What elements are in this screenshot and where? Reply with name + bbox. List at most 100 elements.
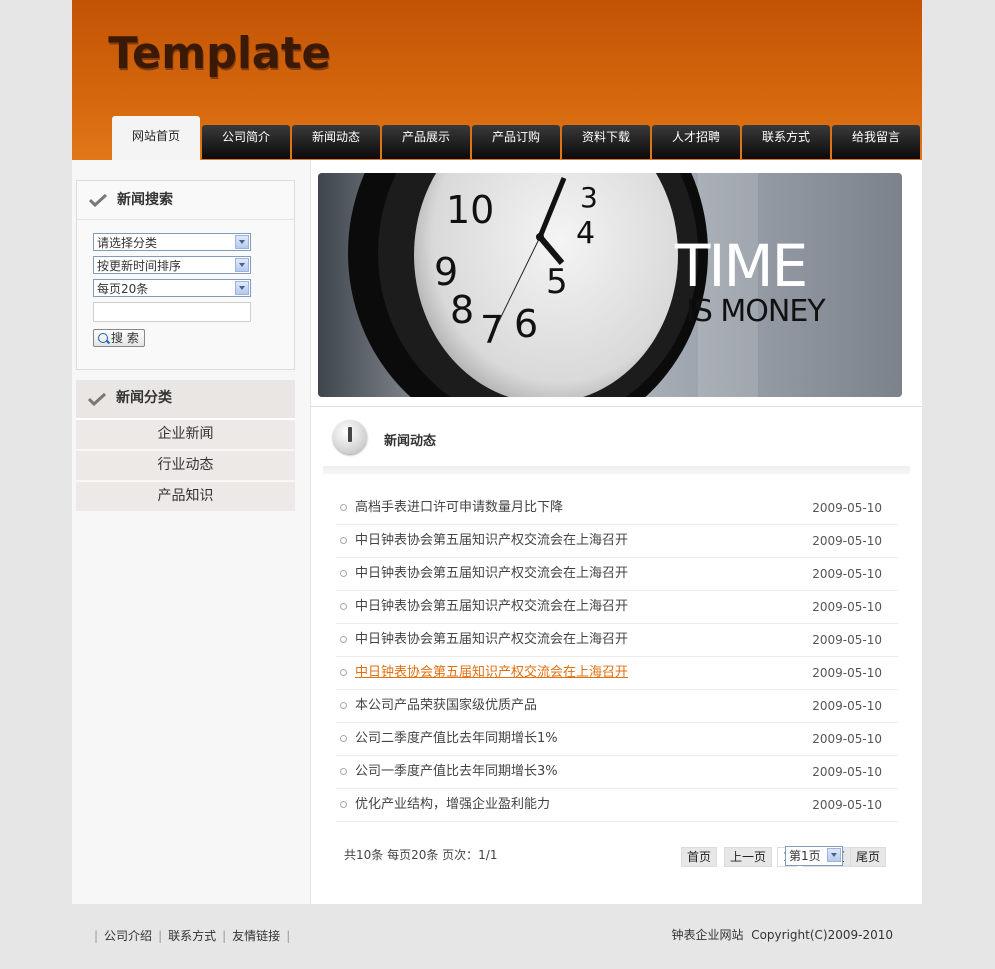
news-row: 中日钟表协会第五届知识产权交流会在上海召开 2009-05-10	[336, 657, 898, 690]
divider	[311, 406, 922, 407]
chevron-down-icon[interactable]	[235, 235, 249, 249]
footer-copyright: 钟表企业网站 Copyright(C)2009-2010	[672, 926, 893, 943]
chevron-down-icon[interactable]	[235, 258, 249, 272]
news-date: 2009-05-10	[812, 534, 882, 548]
svg-text:10: 10	[446, 188, 494, 232]
news-search-panel: 新闻搜索 请选择分类 按更新时间排序 每页20条 搜 索	[76, 180, 295, 370]
banner-headline: TIME	[675, 232, 808, 300]
bullet-icon	[340, 570, 347, 577]
nav-item-news[interactable]: 新闻动态	[292, 125, 380, 159]
nav-item-home[interactable]: 网站首页	[112, 116, 200, 160]
bullet-icon	[340, 537, 347, 544]
news-title-link[interactable]: 公司二季度产值比去年同期增长1%	[355, 723, 558, 755]
sidebar: 新闻搜索 请选择分类 按更新时间排序 每页20条 搜 索 新闻分类 企业新闻 行…	[72, 160, 311, 904]
nav-item-downloads[interactable]: 资料下载	[562, 125, 650, 159]
per-page-select[interactable]: 每页20条	[93, 279, 251, 297]
news-title-link[interactable]: 中日钟表协会第五届知识产权交流会在上海召开	[355, 591, 628, 623]
banner-subline: IS MONEY	[686, 294, 826, 329]
bullet-icon	[340, 669, 347, 676]
sort-select[interactable]: 按更新时间排序	[93, 256, 251, 274]
footer-copyright-text: Copyright(C)2009-2010	[751, 928, 893, 942]
news-title-link[interactable]: 中日钟表协会第五届知识产权交流会在上海召开	[355, 657, 628, 689]
divider	[323, 466, 910, 474]
news-row: 中日钟表协会第五届知识产权交流会在上海召开 2009-05-10	[336, 525, 898, 558]
prev-page-button[interactable]: 上一页	[724, 847, 773, 867]
page-select[interactable]: 第1页	[785, 846, 843, 866]
svg-text:6: 6	[514, 302, 538, 346]
first-page-button[interactable]: 首页	[681, 847, 718, 867]
news-title-link[interactable]: 中日钟表协会第五届知识产权交流会在上海召开	[355, 558, 628, 590]
news-title-link[interactable]: 优化产业结构，增强企业盈利能力	[355, 789, 550, 821]
search-button-label: 搜 索	[111, 331, 139, 345]
main-nav: 网站首页 公司简介 新闻动态 产品展示 产品订购 资料下载 人才招聘 联系方式 …	[112, 116, 922, 160]
news-title-link[interactable]: 中日钟表协会第五届知识产权交流会在上海召开	[355, 525, 628, 557]
search-button[interactable]: 搜 索	[93, 329, 145, 347]
nav-item-products[interactable]: 产品展示	[382, 125, 470, 159]
news-row: 中日钟表协会第五届知识产权交流会在上海召开 2009-05-10	[336, 591, 898, 624]
sort-select-value: 按更新时间排序	[97, 259, 182, 273]
nav-item-order[interactable]: 产品订购	[472, 125, 560, 159]
separator: |	[94, 929, 99, 943]
news-category-heading: 新闻分类	[76, 380, 295, 420]
last-page-button[interactable]: 尾页	[850, 847, 887, 867]
per-page-select-value: 每页20条	[97, 282, 149, 296]
page-select-value: 第1页	[789, 849, 821, 863]
category-select-value: 请选择分类	[97, 236, 158, 250]
news-row: 公司二季度产值比去年同期增长1% 2009-05-10	[336, 723, 898, 756]
separator: |	[286, 929, 291, 943]
header: Template 网站首页 公司简介 新闻动态 产品展示 产品订购 资料下载 人…	[72, 0, 922, 160]
checkmark-icon	[88, 392, 106, 406]
category-item-industry[interactable]: 行业动态	[76, 451, 295, 480]
svg-text:4: 4	[576, 216, 595, 251]
keyword-input[interactable]	[93, 302, 251, 322]
category-item-product-knowledge[interactable]: 产品知识	[76, 482, 295, 511]
news-date: 2009-05-10	[812, 699, 882, 713]
bullet-icon	[340, 735, 347, 742]
banner-image: 10 9 8 7 6 5 4 3 TIME IS MONEY	[318, 173, 902, 397]
news-row: 公司一季度产值比去年同期增长3% 2009-05-10	[336, 756, 898, 789]
separator: |	[222, 929, 227, 943]
news-row: 优化产业结构，增强企业盈利能力 2009-05-10	[336, 789, 898, 822]
footer-link-contact[interactable]: 联系方式	[168, 929, 216, 943]
news-search-heading: 新闻搜索	[77, 181, 294, 220]
bullet-icon	[340, 603, 347, 610]
main-content: 10 9 8 7 6 5 4 3 TIME IS MONEY 新闻动态 高档手表…	[311, 160, 922, 904]
news-row: 高档手表进口许可申请数量月比下降 2009-05-10	[336, 492, 898, 525]
chevron-down-icon[interactable]	[235, 281, 249, 295]
chevron-down-icon[interactable]	[827, 848, 841, 862]
pin-icon	[333, 420, 367, 454]
news-section-title: 新闻动态	[384, 434, 437, 449]
news-date: 2009-05-10	[812, 798, 882, 812]
news-title-link[interactable]: 高档手表进口许可申请数量月比下降	[355, 492, 563, 524]
footer-link-about[interactable]: 公司介绍	[104, 929, 152, 943]
news-category-title: 新闻分类	[116, 390, 172, 406]
footer-site-name: 钟表企业网站	[671, 928, 744, 942]
news-date: 2009-05-10	[812, 765, 882, 779]
bullet-icon	[340, 636, 347, 643]
news-title-link[interactable]: 公司一季度产值比去年同期增长3%	[355, 756, 558, 788]
category-select[interactable]: 请选择分类	[93, 233, 251, 251]
news-row: 本公司产品荣获国家级优质产品 2009-05-10	[336, 690, 898, 723]
news-row: 中日钟表协会第五届知识产权交流会在上海召开 2009-05-10	[336, 624, 898, 657]
site-logo[interactable]: Template	[108, 28, 330, 79]
page-container: Template 网站首页 公司简介 新闻动态 产品展示 产品订购 资料下载 人…	[72, 0, 922, 904]
bullet-icon	[340, 801, 347, 808]
svg-text:8: 8	[450, 288, 474, 332]
footer-link-friends[interactable]: 友情链接	[232, 929, 280, 943]
nav-item-about[interactable]: 公司简介	[202, 125, 290, 159]
news-title-link[interactable]: 中日钟表协会第五届知识产权交流会在上海召开	[355, 624, 628, 656]
news-title-link[interactable]: 本公司产品荣获国家级优质产品	[355, 690, 537, 722]
category-item-company-news[interactable]: 企业新闻	[76, 420, 295, 449]
bullet-icon	[340, 768, 347, 775]
nav-item-contact[interactable]: 联系方式	[742, 125, 830, 159]
nav-item-guestbook[interactable]: 给我留言	[832, 125, 920, 159]
svg-text:7: 7	[480, 308, 504, 352]
nav-item-jobs[interactable]: 人才招聘	[652, 125, 740, 159]
news-category-panel: 新闻分类 企业新闻 行业动态 产品知识	[76, 380, 295, 513]
svg-text:3: 3	[580, 181, 598, 214]
footer: | 公司介绍 | 联系方式 | 友情链接 | 钟表企业网站 Copyright(C)2009…	[72, 904, 922, 969]
news-date: 2009-05-10	[812, 600, 882, 614]
news-list: 高档手表进口许可申请数量月比下降 2009-05-10 中日钟表协会第五届知识产权交…	[336, 492, 898, 822]
separator: |	[158, 929, 163, 943]
svg-text:5: 5	[546, 262, 568, 302]
